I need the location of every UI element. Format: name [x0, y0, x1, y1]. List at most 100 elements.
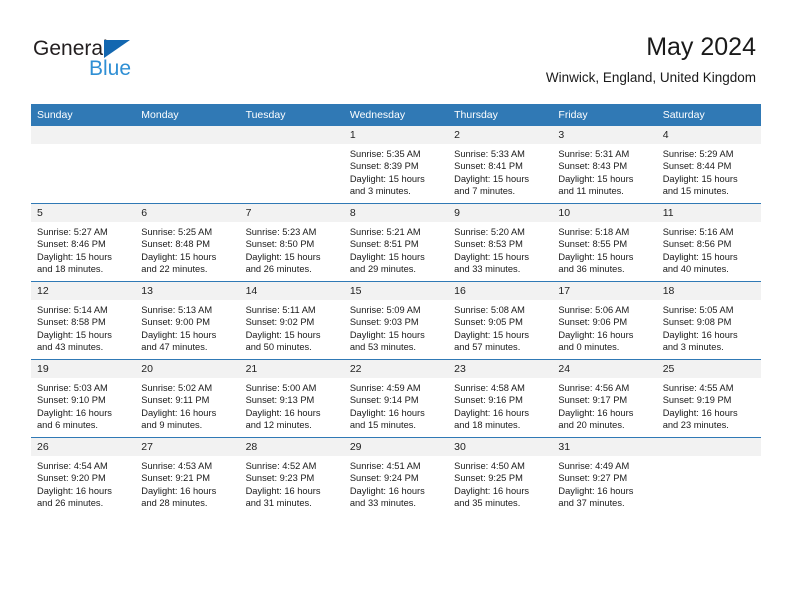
day-details: Sunrise: 4:55 AM Sunset: 9:19 PM Daylight:…: [657, 378, 761, 431]
day-detail-line: and 33 minutes.: [454, 263, 521, 274]
day-number: 31: [552, 438, 657, 456]
day-detail-line: Sunrise: 4:59 AM: [349, 383, 421, 393]
day-number: 7: [239, 204, 344, 222]
day-number: 12: [31, 282, 136, 300]
calendar-day-cell[interactable]: 24 Sunrise: 4:56 AM Sunset: 9:17 PM Dayligh…: [552, 359, 657, 438]
day-detail-line: and 7 minutes.: [454, 185, 516, 196]
day-number: 29: [343, 438, 449, 456]
day-detail-line: Sunset: 8:44 PM: [662, 161, 732, 172]
calendar-day-cell[interactable]: 10 Sunrise: 5:18 AM Sunset: 8:55 PM Dayligh…: [552, 203, 657, 282]
day-details: Sunrise: 5:35 AM Sunset: 8:39 PM Daylight:…: [344, 144, 448, 197]
day-detail-line: Sunset: 8:56 PM: [662, 239, 732, 250]
calendar-day-cell[interactable]: 20 Sunrise: 5:02 AM Sunset: 9:11 PM Dayligh…: [135, 359, 240, 438]
day-details: Sunrise: 4:50 AM Sunset: 9:25 PM Daylight:…: [448, 456, 552, 509]
day-number: 10: [552, 204, 657, 222]
calendar-day-cell[interactable]: 13 Sunrise: 5:13 AM Sunset: 9:00 PM Dayligh…: [135, 281, 240, 360]
calendar-day-cell[interactable]: 16 Sunrise: 5:08 AM Sunset: 9:05 PM Dayligh…: [448, 281, 553, 360]
day-details: Sunrise: 4:51 AM Sunset: 9:24 PM Daylight:…: [344, 456, 448, 509]
day-detail-line: Sunrise: 5:06 AM: [558, 305, 630, 315]
calendar-day-cell-empty: [31, 126, 136, 204]
calendar-day-cell[interactable]: 12 Sunrise: 5:14 AM Sunset: 8:58 PM Dayligh…: [31, 281, 136, 360]
day-details: Sunrise: 4:59 AM Sunset: 9:14 PM Daylight:…: [344, 378, 448, 431]
day-detail-line: Sunset: 8:51 PM: [349, 239, 419, 250]
day-detail-line: and 18 minutes.: [37, 263, 104, 274]
day-detail-line: Daylight: 16 hours: [37, 485, 112, 496]
day-number: 16: [448, 282, 553, 300]
day-detail-line: and 40 minutes.: [662, 263, 729, 274]
day-detail-line: Sunset: 9:27 PM: [558, 473, 628, 484]
calendar-day-cell[interactable]: 23 Sunrise: 4:58 AM Sunset: 9:16 PM Dayligh…: [448, 359, 553, 438]
calendar-header-row: Sunday Monday Tuesday Wednesday Thursday Frid…: [31, 104, 761, 126]
day-detail-line: Sunrise: 5:00 AM: [245, 383, 317, 393]
calendar-day-cell[interactable]: 27 Sunrise: 4:53 AM Sunset: 9:21 PM Dayligh…: [135, 437, 240, 515]
day-detail-line: and 37 minutes.: [558, 497, 625, 508]
day-number: [239, 126, 344, 144]
day-detail-line: Sunrise: 5:27 AM: [37, 227, 108, 237]
calendar-day-cell-empty: [656, 437, 761, 515]
calendar-week-row: 26 Sunrise: 4:54 AM Sunset: 9:20 PM Dayligh…: [31, 437, 761, 515]
calendar-day-cell[interactable]: 7 Sunrise: 5:23 AM Sunset: 8:50 PM Daylight…: [239, 203, 344, 282]
day-details: Sunrise: 5:27 AM Sunset: 8:46 PM Daylight:…: [31, 222, 135, 275]
calendar-day-cell[interactable]: 18 Sunrise: 5:05 AM Sunset: 9:08 PM Dayligh…: [656, 281, 761, 360]
calendar-day-cell[interactable]: 1 Sunrise: 5:35 AM Sunset: 8:39 PM Daylight…: [343, 126, 449, 204]
day-detail-line: and 50 minutes.: [245, 341, 312, 352]
day-number: 19: [31, 360, 136, 378]
calendar-day-cell[interactable]: 30 Sunrise: 4:50 AM Sunset: 9:25 PM Dayligh…: [448, 437, 553, 515]
calendar-day-cell[interactable]: 22 Sunrise: 4:59 AM Sunset: 9:14 PM Dayligh…: [343, 359, 449, 438]
calendar-day-cell[interactable]: 14 Sunrise: 5:11 AM Sunset: 9:02 PM Dayligh…: [239, 281, 344, 360]
day-detail-line: and 29 minutes.: [349, 263, 416, 274]
calendar-day-cell[interactable]: 29 Sunrise: 4:51 AM Sunset: 9:24 PM Dayligh…: [343, 437, 449, 515]
calendar-day-cell[interactable]: 6 Sunrise: 5:25 AM Sunset: 8:48 PM Daylight…: [135, 203, 240, 282]
day-detail-line: Sunset: 9:06 PM: [558, 317, 628, 328]
day-detail-line: Daylight: 16 hours: [558, 485, 634, 496]
day-detail-line: Daylight: 15 hours: [349, 329, 425, 340]
calendar-day-cell[interactable]: 15 Sunrise: 5:09 AM Sunset: 9:03 PM Dayligh…: [343, 281, 449, 360]
calendar-day-cell[interactable]: 28 Sunrise: 4:52 AM Sunset: 9:23 PM Dayligh…: [239, 437, 344, 515]
weekday-header-row: Sunday Monday Tuesday Wednesday Thursday Frid…: [31, 104, 761, 126]
day-details: Sunrise: 5:29 AM Sunset: 8:44 PM Daylight:…: [657, 144, 761, 197]
day-details: Sunrise: 5:05 AM Sunset: 9:08 PM Daylight:…: [657, 300, 761, 353]
day-detail-line: Sunset: 8:53 PM: [454, 239, 523, 250]
calendar-day-cell[interactable]: 25 Sunrise: 4:55 AM Sunset: 9:19 PM Dayligh…: [656, 359, 761, 438]
day-detail-line: Daylight: 15 hours: [558, 251, 634, 262]
day-detail-line: Daylight: 15 hours: [454, 173, 530, 184]
day-detail-line: Sunrise: 4:58 AM: [454, 383, 525, 393]
calendar-day-cell[interactable]: 9 Sunrise: 5:20 AM Sunset: 8:53 PM Daylight…: [448, 203, 553, 282]
day-detail-line: Sunrise: 5:25 AM: [141, 227, 213, 237]
day-number: [656, 438, 761, 456]
day-detail-line: Daylight: 16 hours: [349, 485, 425, 496]
day-details: Sunrise: 5:03 AM Sunset: 9:10 PM Daylight:…: [31, 378, 135, 431]
calendar-day-cell-empty: [135, 126, 240, 204]
calendar-week-row: 1 Sunrise: 5:35 AM Sunset: 8:39 PM Daylight…: [31, 126, 761, 204]
page-title: May 2024: [646, 33, 756, 61]
calendar-day-cell[interactable]: 5 Sunrise: 5:27 AM Sunset: 8:46 PM Daylight…: [31, 203, 136, 282]
calendar-day-cell[interactable]: 19 Sunrise: 5:03 AM Sunset: 9:10 PM Dayligh…: [31, 359, 136, 438]
day-detail-line: Sunset: 8:46 PM: [37, 239, 106, 250]
calendar-day-cell[interactable]: 26 Sunrise: 4:54 AM Sunset: 9:20 PM Dayligh…: [31, 437, 136, 515]
calendar-day-cell[interactable]: 3 Sunrise: 5:31 AM Sunset: 8:43 PM Daylight…: [552, 126, 657, 204]
day-detail-line: and 15 minutes.: [662, 185, 729, 196]
day-detail-line: Daylight: 16 hours: [454, 407, 530, 418]
calendar-day-cell[interactable]: 11 Sunrise: 5:16 AM Sunset: 8:56 PM Dayligh…: [656, 203, 761, 282]
calendar-day-cell[interactable]: 31 Sunrise: 4:49 AM Sunset: 9:27 PM Dayligh…: [552, 437, 657, 515]
calendar-day-cell[interactable]: 2 Sunrise: 5:33 AM Sunset: 8:41 PM Daylight…: [448, 126, 553, 204]
day-detail-line: Daylight: 15 hours: [37, 329, 112, 340]
calendar-day-cell[interactable]: 8 Sunrise: 5:21 AM Sunset: 8:51 PM Daylight…: [343, 203, 449, 282]
day-detail-line: Daylight: 15 hours: [141, 329, 217, 340]
day-detail-line: and 0 minutes.: [558, 341, 620, 352]
general-blue-logo[interactable]: General Blue: [33, 38, 173, 86]
day-detail-line: Daylight: 16 hours: [454, 485, 530, 496]
day-details: Sunrise: 5:00 AM Sunset: 9:13 PM Daylight:…: [240, 378, 344, 431]
day-detail-line: and 31 minutes.: [245, 497, 312, 508]
day-number: 11: [656, 204, 761, 222]
day-detail-line: Sunrise: 5:29 AM: [662, 149, 734, 159]
day-details: Sunrise: 4:53 AM Sunset: 9:21 PM Daylight:…: [135, 456, 239, 509]
calendar-day-cell[interactable]: 17 Sunrise: 5:06 AM Sunset: 9:06 PM Dayligh…: [552, 281, 657, 360]
day-number: 18: [656, 282, 761, 300]
day-detail-line: and 15 minutes.: [349, 419, 416, 430]
calendar-day-cell[interactable]: 21 Sunrise: 5:00 AM Sunset: 9:13 PM Dayligh…: [239, 359, 344, 438]
calendar-day-cell[interactable]: 4 Sunrise: 5:29 AM Sunset: 8:44 PM Daylight…: [656, 126, 761, 204]
day-detail-line: and 26 minutes.: [245, 263, 312, 274]
day-details: Sunrise: 4:58 AM Sunset: 9:16 PM Daylight:…: [448, 378, 552, 431]
day-detail-line: Sunrise: 4:53 AM: [141, 461, 213, 471]
